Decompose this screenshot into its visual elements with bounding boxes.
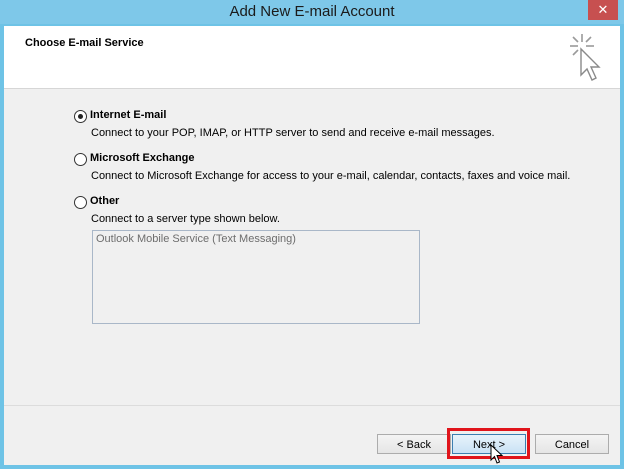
other-description: Connect to a server type shown below. — [91, 213, 280, 225]
footer-divider — [4, 405, 620, 406]
mouse-pointer-icon — [490, 444, 504, 464]
internet-email-radio[interactable] — [74, 110, 87, 123]
other-radio[interactable] — [74, 196, 87, 209]
back-button[interactable]: < Back — [377, 434, 451, 454]
window-title: Add New E-mail Account — [229, 3, 395, 20]
list-item[interactable]: Outlook Mobile Service (Text Messaging) — [96, 233, 296, 245]
internet-email-description: Connect to your POP, IMAP, or HTTP serve… — [91, 127, 495, 139]
internet-email-label[interactable]: Internet E-mail — [90, 109, 166, 121]
cursor-sparkle-icon — [570, 34, 601, 81]
page-title: Choose E-mail Service — [25, 37, 144, 49]
other-services-list[interactable]: Outlook Mobile Service (Text Messaging) — [92, 230, 420, 324]
cancel-button[interactable]: Cancel — [535, 434, 609, 454]
other-label[interactable]: Other — [90, 195, 119, 207]
microsoft-exchange-label[interactable]: Microsoft Exchange — [90, 152, 195, 164]
wizard-header: Choose E-mail Service — [4, 26, 620, 89]
dialog-content: Choose E-mail Service Internet E-mail Co… — [4, 26, 620, 465]
title-bar[interactable]: Add New E-mail Account ✕ — [0, 0, 624, 24]
microsoft-exchange-radio[interactable] — [74, 153, 87, 166]
microsoft-exchange-description: Connect to Microsoft Exchange for access… — [91, 170, 571, 182]
dialog-window: Add New E-mail Account ✕ Choose E-mail S… — [0, 0, 624, 469]
close-button[interactable]: ✕ — [588, 0, 618, 20]
next-button-highlight — [447, 428, 530, 459]
